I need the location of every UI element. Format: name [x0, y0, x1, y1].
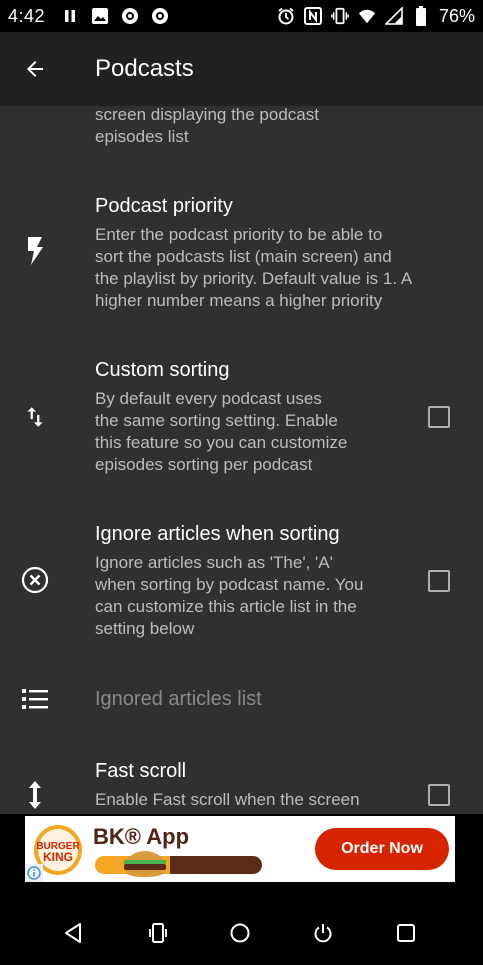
- status-time: 4:42: [8, 5, 46, 26]
- nfc-icon: [303, 7, 322, 25]
- preference-summary: Enable Fast scroll when the screen: [95, 789, 360, 811]
- arrow-left-icon: [27, 61, 43, 77]
- preference-item-custom-sorting[interactable]: Custom sorting By default every podcast …: [0, 340, 483, 490]
- ad-area: BURGER KING BK® App Order Now: [0, 814, 483, 882]
- list-icon: [18, 682, 52, 716]
- status-notification-icons: [61, 7, 169, 25]
- cancel-circle-icon: [18, 563, 52, 597]
- summary-line: setting below: [95, 619, 195, 638]
- back-button[interactable]: [0, 32, 70, 106]
- battery-icon: [412, 6, 430, 26]
- preference-title: Ignored articles list: [95, 688, 262, 710]
- sort-icon: [18, 400, 52, 434]
- preference-summary: Ignore articles such as 'The', 'A' when …: [95, 552, 363, 640]
- burger-image-icon: [122, 848, 168, 878]
- power-icon[interactable]: [310, 920, 336, 946]
- recents-icon[interactable]: [393, 920, 419, 946]
- summary-line: this feature so you can customize: [95, 433, 348, 452]
- summary-line: By default every podcast uses: [95, 389, 322, 408]
- home-icon[interactable]: [227, 920, 253, 946]
- ignore-articles-checkbox[interactable]: [428, 570, 450, 592]
- wifi-icon: [358, 7, 376, 25]
- app-bar: Podcasts: [0, 32, 483, 106]
- screenshot-icon[interactable]: [145, 920, 171, 946]
- ad-banner[interactable]: BURGER KING BK® App Order Now: [25, 816, 455, 882]
- summary-line: can customize this article list in the: [95, 597, 357, 616]
- preference-item-ignored-articles-list[interactable]: Ignored articles list: [0, 664, 483, 734]
- summary-line: episodes list: [95, 127, 189, 146]
- pause-icon: [61, 7, 79, 25]
- preference-item-fast-scroll[interactable]: Fast scroll Enable Fast scroll when the …: [0, 748, 483, 814]
- summary-line: higher number means a higher priority: [95, 291, 383, 310]
- preference-summary: By default every podcast uses the same s…: [95, 388, 347, 476]
- system-nav-bar: [0, 882, 483, 965]
- page-title: Podcasts: [95, 55, 194, 82]
- status-system-icons: 76%: [277, 6, 475, 27]
- app-icon: [151, 7, 169, 25]
- preference-summary: Enter the podcast priority to be able to…: [95, 224, 412, 312]
- battery-percent: 76%: [438, 5, 475, 26]
- back-icon[interactable]: [60, 920, 86, 946]
- signal-icon: [384, 7, 403, 25]
- preference-title: Ignore articles when sorting: [95, 523, 340, 545]
- vertical-arrows-icon: [18, 778, 52, 812]
- summary-line: when sorting by podcast name. You: [95, 575, 364, 594]
- flash-icon: [18, 234, 52, 268]
- ad-info-icon[interactable]: [25, 864, 43, 882]
- image-icon: [91, 7, 109, 25]
- app-icon: [121, 7, 139, 25]
- ad-title: BK® App: [93, 824, 190, 849]
- summary-line: the playlist by priority. Default value …: [95, 269, 413, 288]
- summary-line: Enter the podcast priority to be able to: [95, 225, 383, 244]
- preference-item-partial[interactable]: screen displaying the podcast episodes l…: [0, 106, 483, 166]
- preference-title: Custom sorting: [95, 359, 230, 381]
- summary-line: Ignore articles such as 'The', 'A': [95, 553, 333, 572]
- ad-logo-bottom-text: KING: [43, 850, 73, 864]
- preference-item-ignore-articles[interactable]: Ignore articles when sorting Ignore arti…: [0, 504, 483, 654]
- preference-title: Podcast priority: [95, 195, 233, 217]
- fast-scroll-checkbox[interactable]: [428, 784, 450, 806]
- summary-line: episodes sorting per podcast: [95, 455, 313, 474]
- status-bar: 4:42 76%: [0, 0, 483, 32]
- settings-list[interactable]: screen displaying the podcast episodes l…: [0, 106, 483, 814]
- order-now-button[interactable]: Order Now: [315, 828, 449, 870]
- vibrate-icon: [331, 7, 349, 25]
- ad-progress-bar: [95, 856, 262, 874]
- summary-line: sort the podcasts list (main screen) and: [95, 247, 392, 266]
- summary-line: Enable Fast scroll when the screen: [95, 790, 360, 809]
- preference-title: Fast scroll: [95, 760, 187, 782]
- summary-line: the same sorting setting. Enable: [95, 411, 338, 430]
- preference-item-podcast-priority[interactable]: Podcast priority Enter the podcast prior…: [0, 176, 483, 326]
- summary-line: screen displaying the podcast: [95, 106, 319, 124]
- alarm-icon: [277, 7, 295, 25]
- preference-summary: screen displaying the podcast episodes l…: [95, 106, 319, 148]
- custom-sorting-checkbox[interactable]: [428, 406, 450, 428]
